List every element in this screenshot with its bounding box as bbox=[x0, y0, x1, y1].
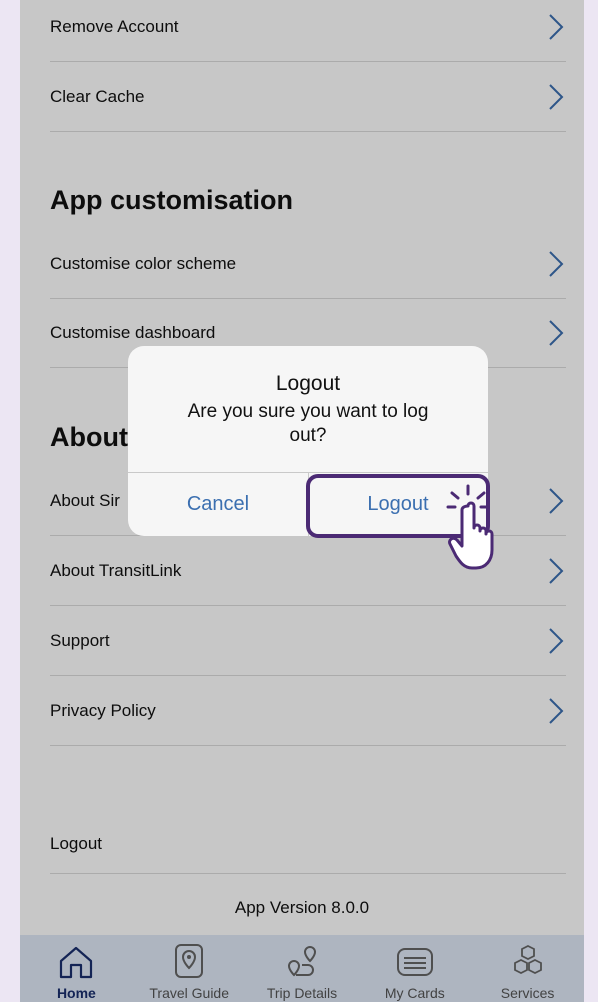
dialog-title: Logout bbox=[275, 372, 341, 395]
tap-hand-icon bbox=[446, 484, 494, 570]
dialog-message: Are you sure you want to log out? bbox=[187, 401, 429, 446]
phone-screen: Remove Account Clear Cache App customisa… bbox=[20, 0, 584, 1002]
cancel-button[interactable]: Cancel bbox=[128, 472, 308, 536]
